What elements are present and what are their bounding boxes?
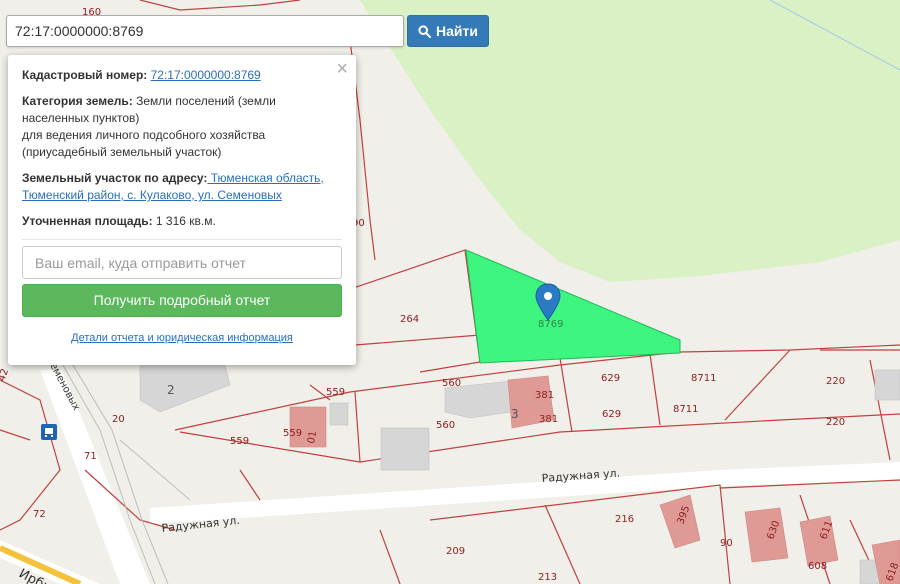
search-button[interactable]: Найти xyxy=(407,15,489,47)
land-category-value: Земли поселений (земли xyxy=(132,94,276,108)
parcel-label: 01 xyxy=(306,430,319,444)
land-category-value: (приусадебный земельный участок) xyxy=(22,145,222,159)
parcel-info-popup: × Кадастровый номер: 72:17:0000000:8769 … xyxy=(8,55,356,365)
parcel-label: 559 xyxy=(230,436,249,447)
parcel-label: 629 xyxy=(602,409,621,420)
report-details-link[interactable]: Детали отчета и юридическая информация xyxy=(71,332,293,344)
get-report-button[interactable]: Получить подробный отчет xyxy=(22,284,342,317)
area-row: Уточненная площадь: 1 316 кв.м. xyxy=(22,213,342,230)
email-input[interactable] xyxy=(22,246,342,279)
parcel-label: 20 xyxy=(112,414,125,425)
parcel-label: 216 xyxy=(615,514,634,525)
land-category-value: населенных пунктов) xyxy=(22,111,140,125)
address-link[interactable]: Тюменский район, с. Кулаково, ул. Семено… xyxy=(22,188,282,202)
address-link[interactable]: Тюменская область, xyxy=(207,171,324,185)
cadastral-number-link[interactable]: 72:17:0000000:8769 xyxy=(151,68,261,82)
parcel-label: 220 xyxy=(826,376,845,387)
building-number: 2 xyxy=(167,383,175,397)
cadastral-number-row: Кадастровый номер: 72:17:0000000:8769 xyxy=(22,67,342,84)
parcel-label: 608 xyxy=(808,561,827,572)
parcel-label: 8711 xyxy=(691,373,716,384)
building-number: 3 xyxy=(511,407,519,421)
land-category-value: для ведения личного подсобного хозяйства xyxy=(22,128,266,142)
parcel-label: 629 xyxy=(601,373,620,384)
search-button-label: Найти xyxy=(436,23,478,39)
cadastral-number-label: Кадастровый номер: xyxy=(22,68,148,82)
close-icon[interactable]: × xyxy=(336,59,348,79)
cadastral-search-input[interactable] xyxy=(6,15,404,47)
popup-divider xyxy=(22,239,342,240)
area-value: 1 316 кв.м. xyxy=(152,214,216,228)
parcel-label: 71 xyxy=(84,451,97,462)
parcel-label: 72 xyxy=(33,509,46,520)
selected-parcel-label: 8769 xyxy=(538,319,563,330)
search-icon xyxy=(418,24,432,38)
parcel-label: 560 xyxy=(442,378,461,389)
parcel-label: 90 xyxy=(720,538,733,549)
parcel-label: 8711 xyxy=(673,404,698,415)
address-label: Земельный участок по адресу: xyxy=(22,171,208,185)
area-label: Уточненная площадь: xyxy=(22,214,153,228)
parcel-label: 213 xyxy=(538,572,557,583)
parcel-label: 559 xyxy=(283,428,302,439)
parcel-label: 209 xyxy=(446,546,465,557)
parcel-label: 264 xyxy=(400,314,419,325)
land-category-row: Категория земель: Земли поселений (земли… xyxy=(22,93,342,161)
bus-stop-icon[interactable] xyxy=(41,424,57,440)
parcel-label: 559 xyxy=(326,387,345,398)
parcel-label: 381 xyxy=(539,414,558,425)
search-bar xyxy=(6,15,404,47)
parcel-label: 560 xyxy=(436,420,455,431)
parcel-label: 381 xyxy=(535,390,554,401)
address-row: Земельный участок по адресу: Тюменская о… xyxy=(22,170,342,204)
land-category-label: Категория земель: xyxy=(22,94,133,108)
parcel-label: 220 xyxy=(826,417,845,428)
